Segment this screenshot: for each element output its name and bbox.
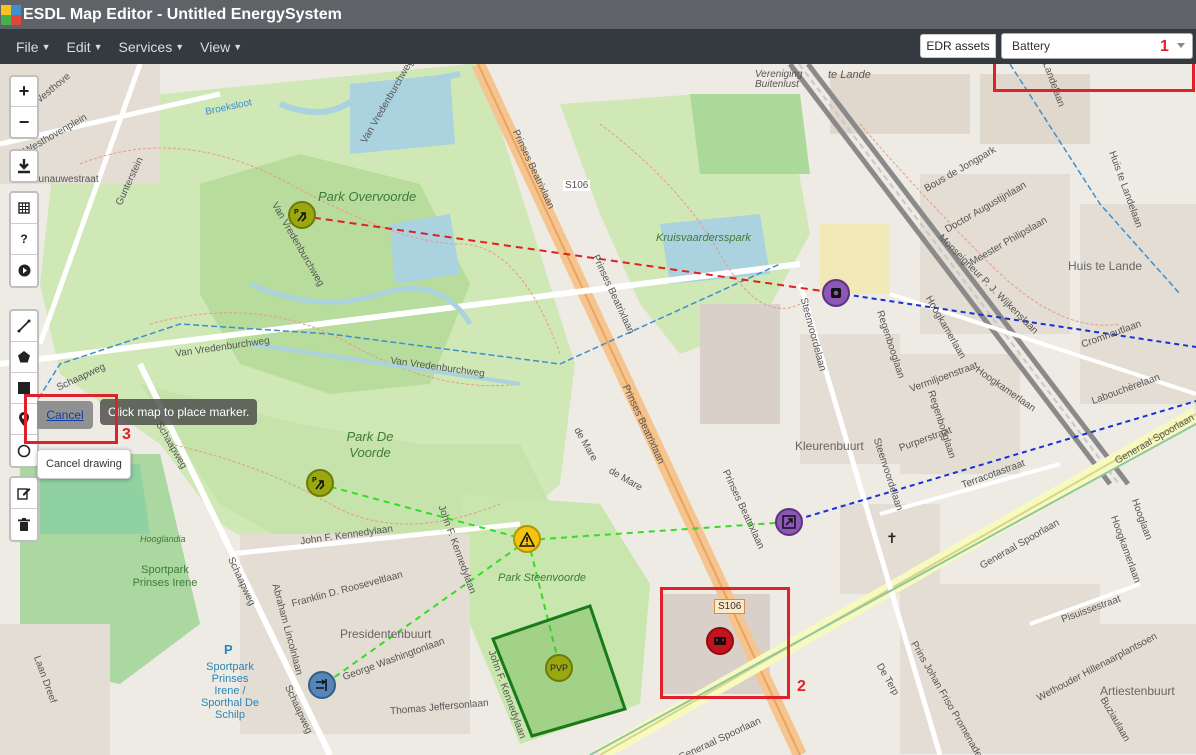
chevron-down-icon: ▼: [233, 41, 243, 52]
asset-type-value: Battery: [1012, 39, 1051, 53]
highlight-box-1: [993, 64, 1195, 92]
producer-marker-voorde[interactable]: P: [306, 469, 334, 497]
table-button[interactable]: [11, 193, 37, 224]
pvp-label: PVP: [549, 663, 568, 673]
heating-demand-icon: [831, 288, 841, 298]
heat-exchange-icon: [316, 679, 327, 691]
annotation-number-1: 1: [1160, 38, 1169, 55]
label-sporthal: Sportpark Prinses Irene / Sporthal De Sc…: [200, 661, 260, 721]
menu-bar: File ▼ Edit ▼ Services ▼ View ▼ EDR assets B…: [0, 29, 1196, 64]
draw-polyline-button[interactable]: [11, 311, 37, 342]
label-kleurenbuurt: Kleurenbuurt: [795, 439, 864, 453]
edit-control: [9, 476, 39, 542]
menu-services[interactable]: Services ▼: [119, 39, 185, 55]
svg-text:P: P: [294, 209, 299, 216]
app-logo-icon: [1, 4, 21, 25]
producer-marker-overvoorde[interactable]: P: [288, 201, 316, 229]
water-pond-2: [390, 214, 460, 284]
download-button[interactable]: [11, 151, 37, 181]
chevron-down-icon: ▼: [93, 41, 103, 52]
annotation-number-2: 2: [797, 678, 806, 695]
pvp-marker[interactable]: PVP: [545, 654, 573, 682]
building-block: [700, 304, 780, 424]
label-park-overvoorde: Park Overvoorde: [318, 189, 417, 204]
label-te-lande: te Lande: [828, 69, 871, 81]
zoom-out-button[interactable]: −: [11, 107, 37, 137]
draw-polygon-button[interactable]: [11, 342, 37, 373]
rectangle-icon: [18, 382, 30, 394]
sportsfield-area: [690, 94, 810, 174]
consumer-marker-purple-top[interactable]: [822, 279, 850, 307]
menu-edit-label: Edit: [66, 38, 91, 55]
label-park-de-voorde: Park De Voorde: [346, 429, 394, 460]
label-sportpark-irene: Sportpark Prinses Irene: [132, 564, 198, 589]
building-block: [830, 74, 970, 134]
label-artiestenbuurt: Artiestenbuurt: [1100, 684, 1175, 698]
trash-icon: [18, 517, 30, 531]
highlight-box-2: [660, 587, 790, 699]
conversion-marker-purple[interactable]: [775, 508, 803, 536]
map-canvas[interactable]: Westhove Westhovenplein Broeksloot Gunte…: [0, 64, 1196, 755]
highlight-box-3: [24, 394, 118, 444]
menu-edit[interactable]: Edit ▼: [66, 39, 102, 55]
table-icon: [18, 202, 30, 214]
label-buitenlust: Vereniging Buitenlust: [755, 69, 803, 90]
heat-producer-icon: P: [312, 477, 325, 490]
menu-file-label: File: [16, 38, 39, 55]
label-huis-te-lande: Huis te Lande: [1068, 259, 1143, 273]
label-park-steenvoorde: Park Steenvoorde: [498, 572, 587, 584]
label-s106-upper: S106: [563, 180, 591, 191]
chevron-down-icon: [1177, 43, 1185, 48]
menu-services-label: Services: [118, 38, 173, 55]
edr-assets-button[interactable]: EDR assets: [920, 34, 996, 58]
delete-layers-button[interactable]: [11, 509, 37, 540]
download-icon: [18, 159, 30, 174]
heat-pump-marker-blue[interactable]: [308, 671, 336, 699]
svg-text:P: P: [312, 477, 317, 484]
warning-icon: [519, 531, 535, 547]
download-control: [9, 149, 39, 183]
joint-marker[interactable]: [513, 525, 541, 553]
zoom-in-button[interactable]: +: [11, 77, 37, 107]
building-block: [0, 624, 110, 755]
label-hooglandia: Hooglandia: [140, 534, 186, 544]
place-marker-tooltip: Click map to place marker.: [100, 399, 258, 425]
circle-icon: [17, 444, 31, 457]
app-title: ESDL Map Editor - Untitled EnergySystem: [23, 5, 342, 23]
tools-control: ?: [9, 191, 39, 288]
question-icon: ?: [20, 232, 28, 246]
conversion-icon: [782, 515, 796, 529]
polyline-icon: [17, 319, 31, 333]
label-kruisvaardersspark: Kruisvaardersspark: [656, 232, 751, 244]
help-button[interactable]: ?: [11, 224, 37, 255]
cancel-drawing-tooltip: Cancel drawing: [37, 449, 131, 479]
title-bar: ESDL Map Editor - Untitled EnergySystem: [0, 0, 1196, 29]
church-icon: ✝: [886, 530, 898, 546]
play-button[interactable]: [11, 255, 37, 286]
chevron-down-icon: ▼: [41, 41, 51, 52]
menu-view[interactable]: View ▼: [200, 39, 242, 55]
play-circle-icon: [18, 264, 30, 277]
menu-view-label: View: [200, 38, 231, 55]
zoom-control: + −: [9, 75, 39, 139]
heat-producer-icon: P: [294, 209, 307, 222]
draw-control: [9, 309, 39, 468]
menu-file[interactable]: File ▼: [16, 39, 50, 55]
polygon-icon: [18, 351, 30, 363]
annotation-number-3: 3: [122, 426, 131, 443]
chevron-down-icon: ▼: [175, 41, 185, 52]
parking-icon: P: [224, 642, 233, 657]
edit-layers-button[interactable]: [11, 478, 37, 509]
edit-icon: [17, 488, 31, 500]
label-presidentenbuurt: Presidentenbuurt: [340, 627, 432, 641]
